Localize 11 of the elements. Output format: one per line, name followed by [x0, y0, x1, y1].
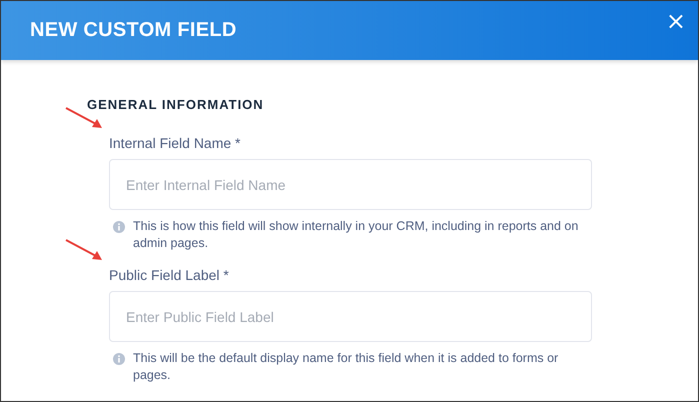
- input-field[interactable]: Enter Internal Field Name: [109, 159, 592, 210]
- section-heading: GENERAL INFORMATION: [87, 97, 265, 112]
- hint-text: This will be the default display name for this field when it is added to forms or pages.: [133, 350, 560, 384]
- hint-text: This is how this field will show internally in your CRM, including in reports and on admin pages.: [133, 218, 580, 252]
- info-icon: [113, 221, 125, 233]
- field-label: Internal Field Name *: [109, 135, 242, 151]
- field-label: Public Field Label *: [109, 267, 230, 283]
- info-icon: [113, 353, 125, 365]
- dialog-title: NEW CUSTOM FIELD: [30, 19, 237, 42]
- input-field[interactable]: Enter Public Field Label: [109, 291, 592, 342]
- close-button[interactable]: ×: [662, 9, 690, 33]
